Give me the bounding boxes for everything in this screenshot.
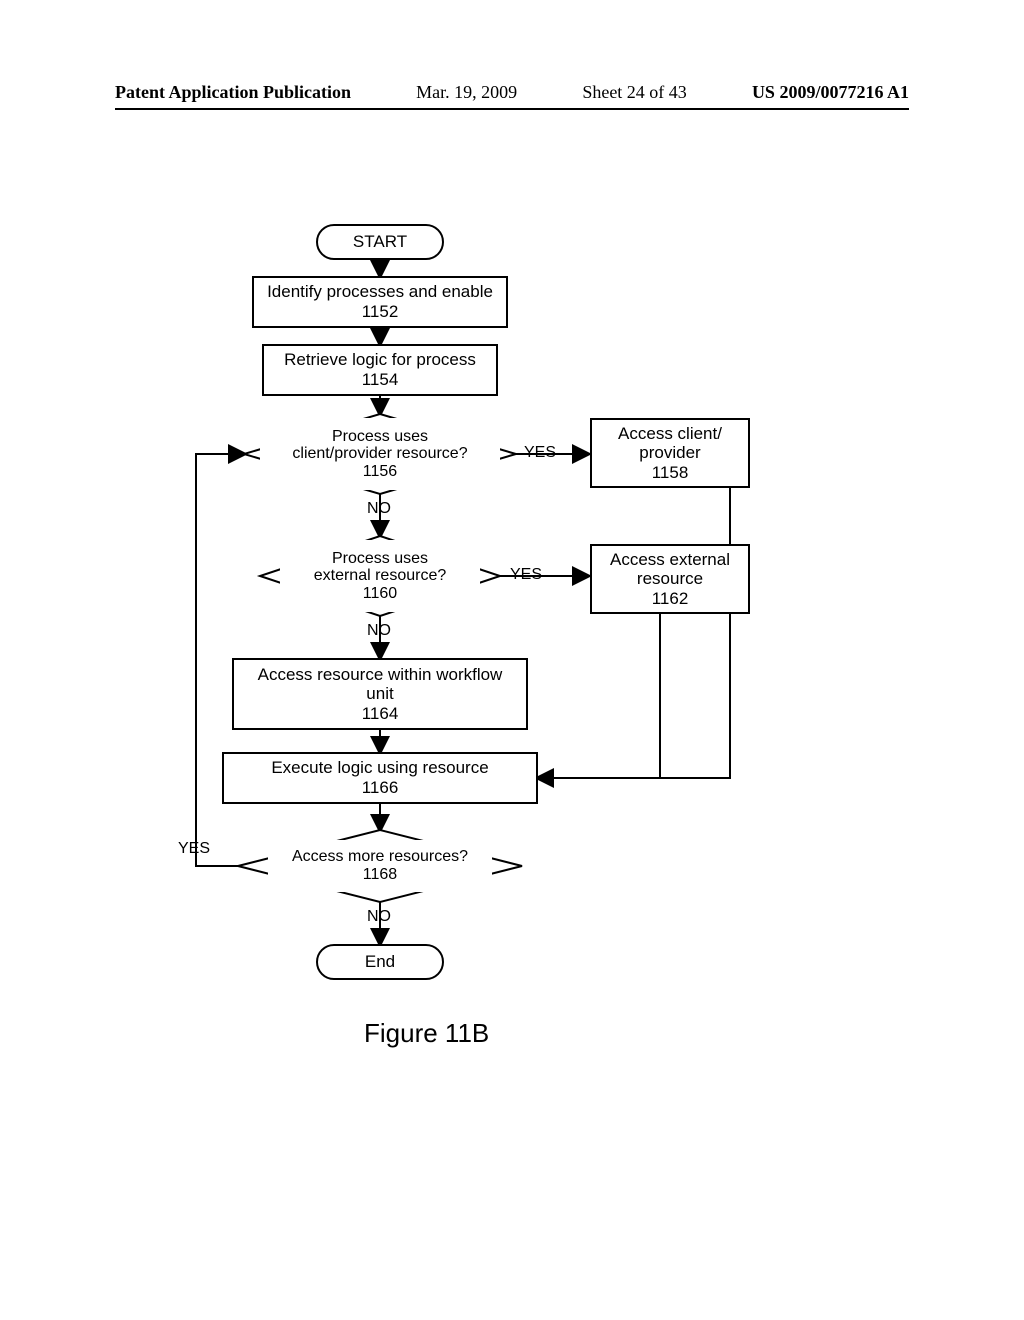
decision-1160-l1: Process uses: [332, 550, 428, 568]
process-1158-l1: Access client/: [618, 424, 722, 444]
label-1156-yes: YES: [524, 444, 556, 462]
page: Patent Application Publication Mar. 19, …: [0, 0, 1024, 1320]
decision-1156-ref: 1156: [363, 463, 397, 481]
process-1166-ref: 1166: [362, 778, 399, 798]
process-1162-l1: Access external: [610, 550, 730, 570]
process-1162-l2: resource: [637, 569, 703, 589]
terminator-start: START: [316, 224, 444, 260]
decision-1160: Process uses external resource? 1160: [280, 540, 480, 612]
process-1164-l2: unit: [366, 684, 393, 704]
decision-1156: Process uses client/provider resource? 1…: [260, 418, 500, 490]
process-1154: Retrieve logic for process 1154: [262, 344, 498, 396]
process-1154-ref: 1154: [362, 370, 399, 390]
label-1168-no: NO: [367, 908, 391, 926]
process-1158-ref: 1158: [652, 463, 689, 483]
decision-1156-l2: client/provider resource?: [292, 445, 467, 463]
process-1164-l1: Access resource within workflow: [258, 665, 503, 685]
process-1162-ref: 1162: [652, 589, 689, 609]
decision-1168-l1: Access more resources?: [292, 848, 468, 866]
decision-1160-l2: external resource?: [314, 567, 447, 585]
decision-1156-l1: Process uses: [332, 428, 428, 446]
terminator-end: End: [316, 944, 444, 980]
process-1162: Access external resource 1162: [590, 544, 750, 614]
decision-1168-ref: 1168: [363, 866, 397, 884]
label-1156-no: NO: [367, 500, 391, 518]
start-label: START: [353, 232, 407, 252]
process-1152-text: Identify processes and enable: [267, 282, 493, 302]
end-label: End: [365, 952, 395, 972]
decision-1160-ref: 1160: [363, 585, 397, 603]
label-1160-no: NO: [367, 622, 391, 640]
process-1152: Identify processes and enable 1152: [252, 276, 508, 328]
process-1164: Access resource within workflow unit 116…: [232, 658, 528, 730]
decision-1168: Access more resources? 1168: [268, 840, 492, 892]
process-1166: Execute logic using resource 1166: [222, 752, 538, 804]
process-1166-l1: Execute logic using resource: [271, 758, 488, 778]
label-1160-yes: YES: [510, 566, 542, 584]
figure-caption: Figure 11B: [364, 1018, 489, 1049]
process-1152-ref: 1152: [362, 302, 399, 322]
process-1158: Access client/ provider 1158: [590, 418, 750, 488]
process-1154-text: Retrieve logic for process: [284, 350, 476, 370]
process-1164-ref: 1164: [362, 704, 399, 724]
process-1158-l2: provider: [639, 443, 700, 463]
label-1168-yes: YES: [178, 840, 210, 858]
flowchart: START Identify processes and enable 1152…: [0, 0, 1024, 1320]
